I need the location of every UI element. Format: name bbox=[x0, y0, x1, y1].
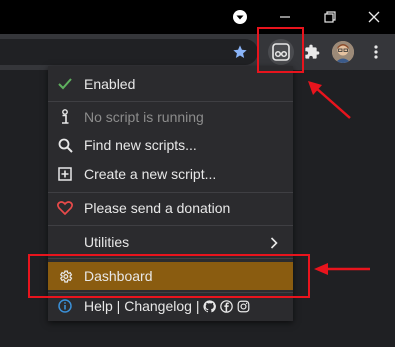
annotation-arrow-dashboard bbox=[314, 263, 370, 275]
annotation-arrows bbox=[308, 81, 370, 275]
annotation-arrow-extension bbox=[308, 81, 351, 119]
